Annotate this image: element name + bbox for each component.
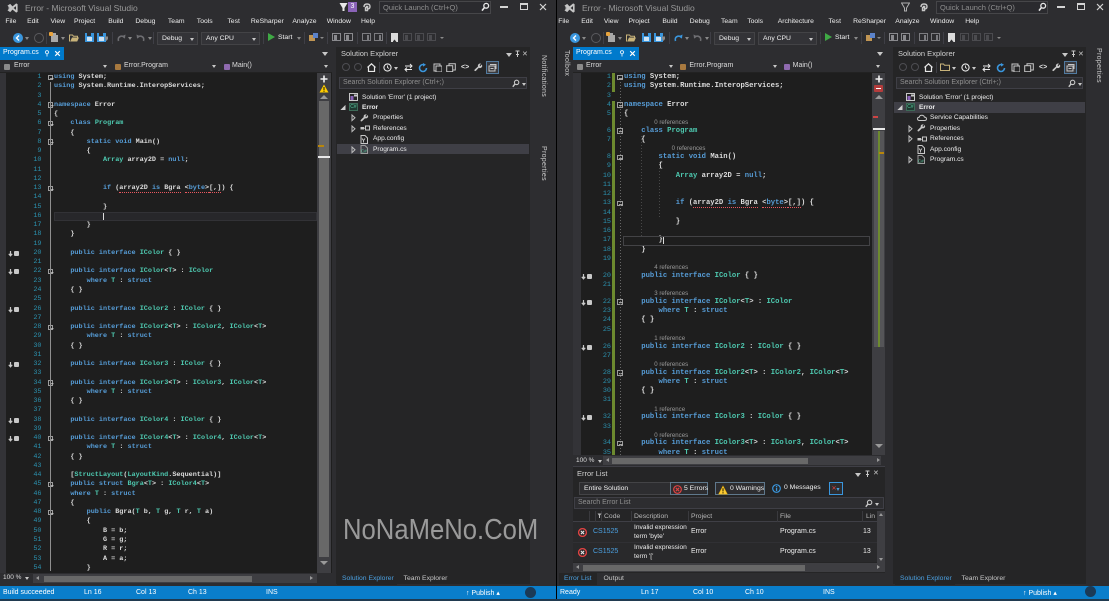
- svg-text:C#: C#: [918, 159, 924, 164]
- svg-text:C#: C#: [361, 149, 367, 154]
